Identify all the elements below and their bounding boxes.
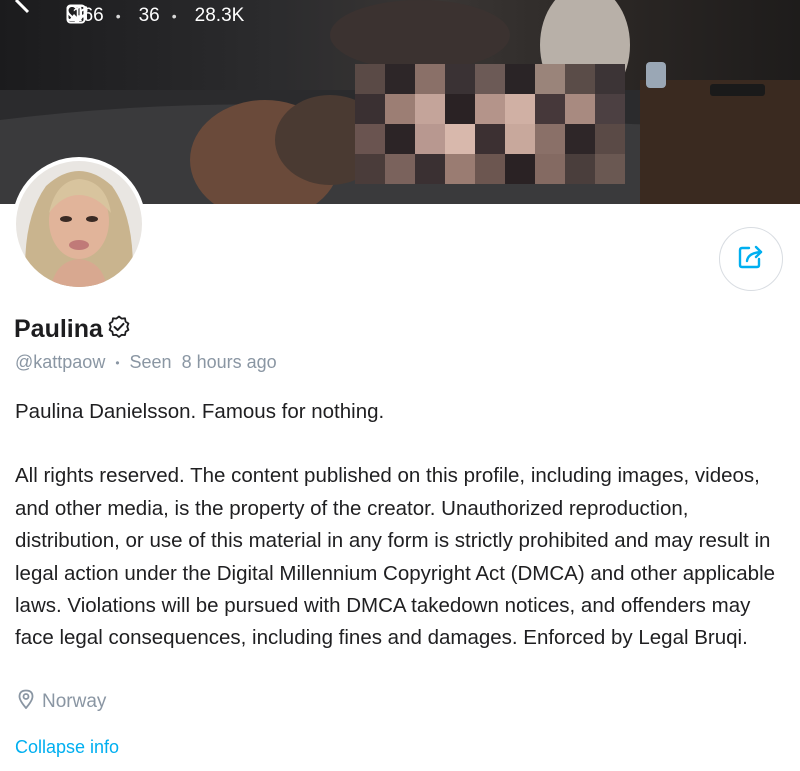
meta-separator: •	[115, 355, 120, 370]
stat-videos: 36	[66, 5, 160, 27]
stat-likes-count: 28.3K	[194, 5, 245, 26]
share-button[interactable]	[719, 227, 783, 291]
stat-likes: 28.3K	[66, 4, 245, 27]
avatar-image	[16, 161, 142, 287]
profile-name: Paulina	[14, 315, 103, 343]
profile-location: Norway	[18, 689, 106, 715]
location-pin-icon	[18, 689, 34, 715]
share-icon	[737, 244, 765, 275]
stat-videos-count: 36	[138, 5, 160, 26]
verified-badge-icon	[107, 315, 131, 344]
last-seen: Seen 8 hours ago	[129, 352, 277, 372]
profile-name-row: Paulina	[14, 315, 131, 344]
avatar[interactable]	[12, 157, 146, 291]
profile-handle: @kattpaow	[15, 352, 106, 372]
profile-meta: @kattpaow • Seen 8 hours ago	[15, 352, 277, 373]
stat-separator: •	[115, 8, 121, 24]
profile-stats: 166 • 36 • 28.3K	[66, 4, 244, 28]
bio-line: Paulina Danielsson. Famous for nothing.	[15, 400, 385, 423]
collapse-info-link[interactable]: Collapse info	[15, 737, 119, 758]
location-text: Norway	[42, 691, 107, 712]
stat-separator: •	[171, 8, 177, 24]
profile-bio: Paulina Danielsson. Famous for nothing. …	[15, 396, 785, 655]
bio-paragraph: All rights reserved. The content publish…	[15, 464, 776, 650]
